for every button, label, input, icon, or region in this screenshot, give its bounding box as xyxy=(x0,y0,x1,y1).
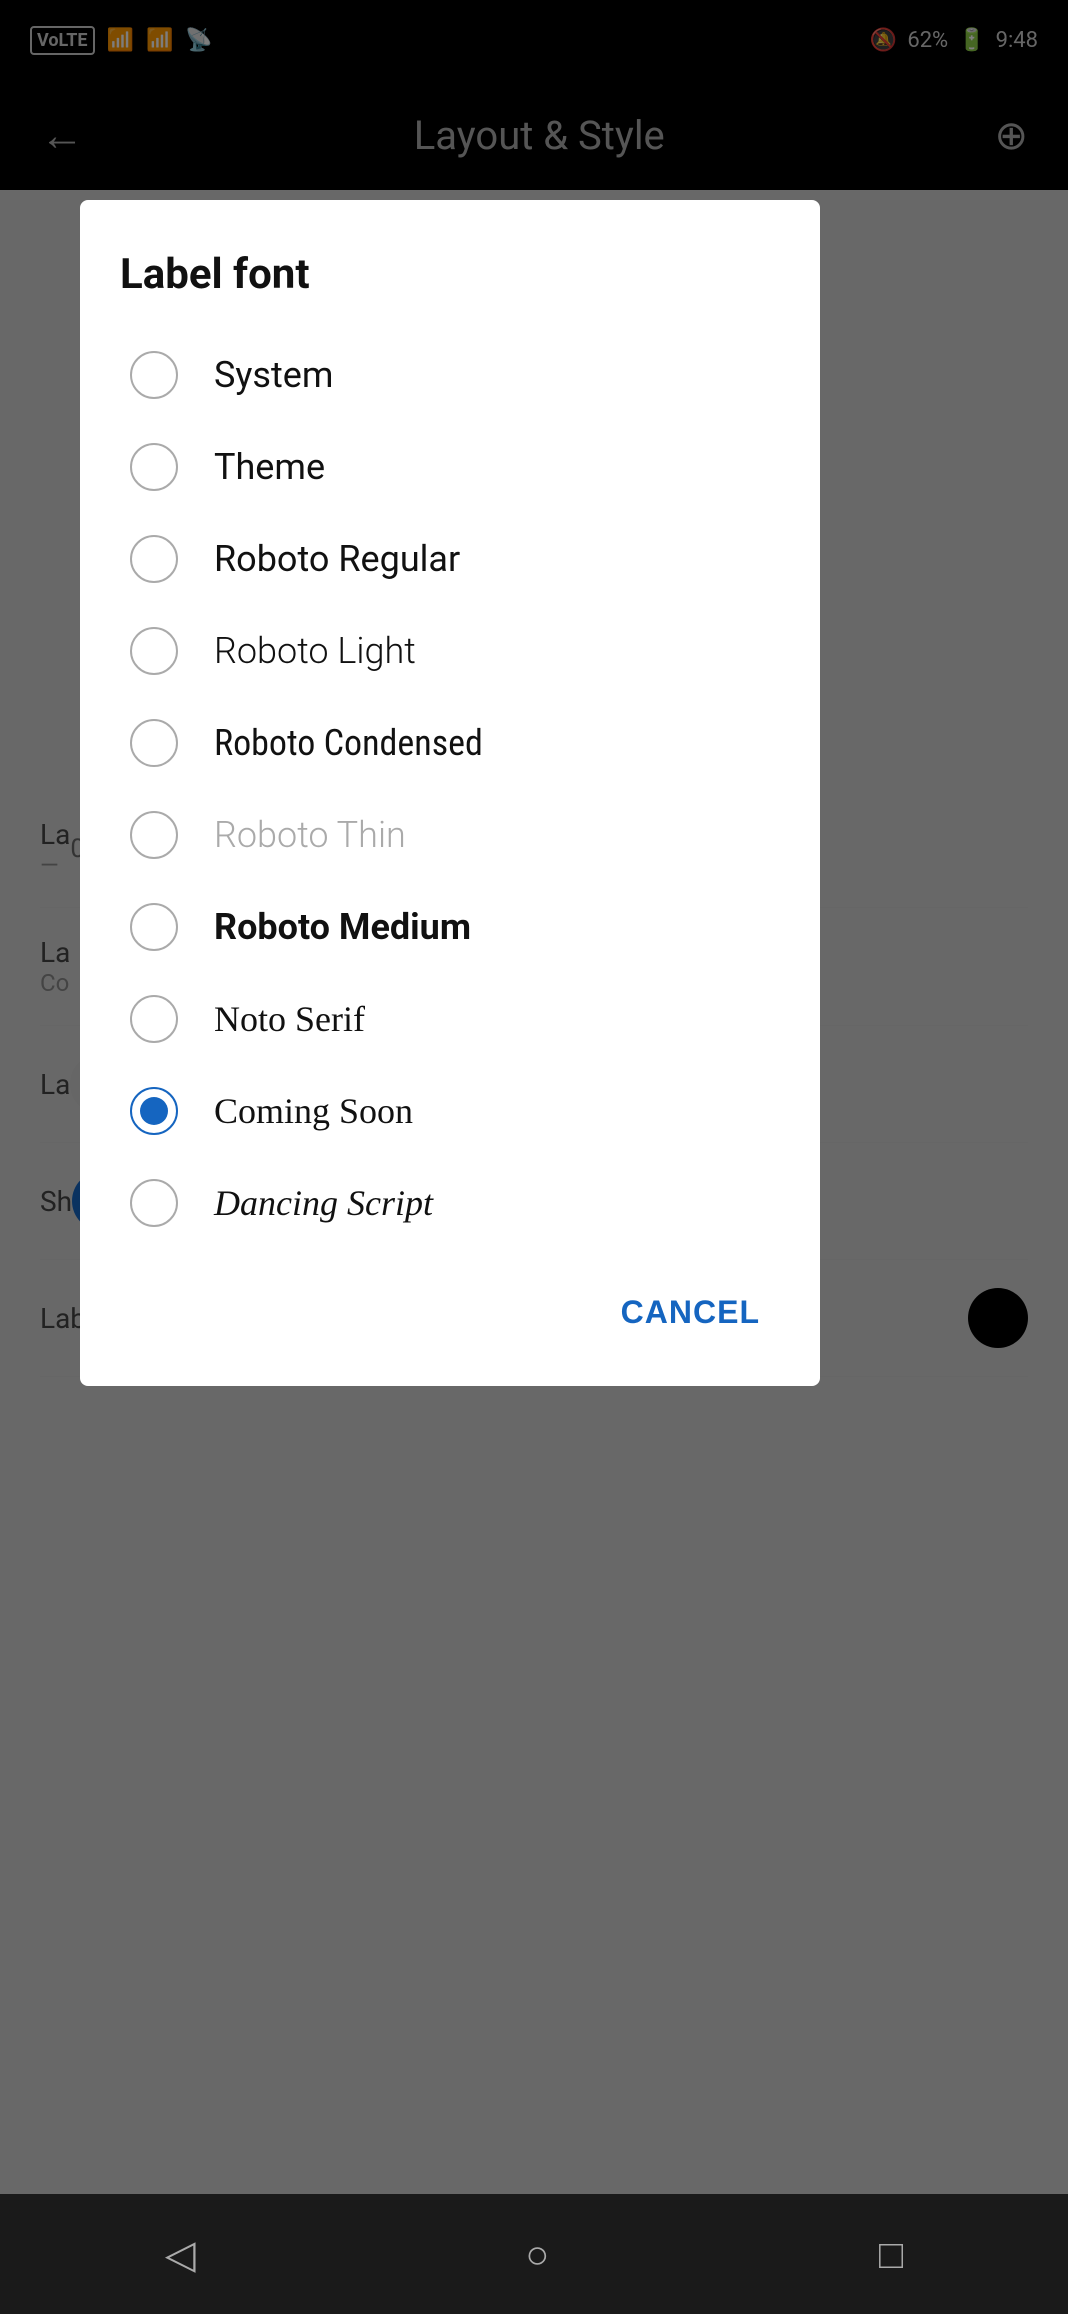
nav-back-button[interactable]: ◁ xyxy=(165,2231,196,2278)
radio-circle-coming-soon xyxy=(130,1087,178,1135)
radio-label-dancing-script: Dancing Script xyxy=(214,1182,433,1224)
radio-label-noto-serif: Noto Serif xyxy=(214,998,365,1040)
radio-label-roboto-medium: Roboto Medium xyxy=(214,906,471,948)
radio-roboto-thin[interactable]: Roboto Thin xyxy=(120,789,780,881)
radio-roboto-medium[interactable]: Roboto Medium xyxy=(120,881,780,973)
label-font-dialog: Label font System Theme Roboto Regular R… xyxy=(80,200,820,1386)
nav-recents-button[interactable]: □ xyxy=(879,2231,903,2278)
radio-label-roboto-thin: Roboto Thin xyxy=(214,814,406,856)
radio-circle-roboto-regular xyxy=(130,535,178,583)
radio-circle-noto-serif xyxy=(130,995,178,1043)
radio-circle-roboto-thin xyxy=(130,811,178,859)
nav-home-button[interactable]: ○ xyxy=(525,2231,549,2278)
radio-label-coming-soon: Coming Soon xyxy=(214,1090,413,1132)
radio-coming-soon[interactable]: Coming Soon xyxy=(120,1065,780,1157)
radio-label-theme: Theme xyxy=(214,446,325,488)
dialog-overlay: Label font System Theme Roboto Regular R… xyxy=(0,0,1068,2314)
radio-roboto-condensed[interactable]: Roboto Condensed xyxy=(120,697,780,789)
dialog-title: Label font xyxy=(120,250,780,299)
radio-roboto-regular[interactable]: Roboto Regular xyxy=(120,513,780,605)
radio-circle-dancing-script xyxy=(130,1179,178,1227)
radio-noto-serif[interactable]: Noto Serif xyxy=(120,973,780,1065)
bottom-nav: ◁ ○ □ xyxy=(0,2194,1068,2314)
radio-label-roboto-condensed: Roboto Condensed xyxy=(214,722,483,764)
cancel-button[interactable]: CANCEL xyxy=(601,1279,780,1346)
radio-label-roboto-regular: Roboto Regular xyxy=(214,538,460,580)
radio-circle-roboto-light xyxy=(130,627,178,675)
radio-dancing-script[interactable]: Dancing Script xyxy=(120,1157,780,1249)
radio-label-roboto-light: Roboto Light xyxy=(214,630,416,672)
radio-circle-system xyxy=(130,351,178,399)
radio-circle-roboto-medium xyxy=(130,903,178,951)
dialog-actions: CANCEL xyxy=(120,1269,780,1346)
radio-roboto-light[interactable]: Roboto Light xyxy=(120,605,780,697)
radio-circle-theme xyxy=(130,443,178,491)
radio-theme[interactable]: Theme xyxy=(120,421,780,513)
radio-circle-roboto-condensed xyxy=(130,719,178,767)
radio-system[interactable]: System xyxy=(120,329,780,421)
radio-label-system: System xyxy=(214,354,333,396)
